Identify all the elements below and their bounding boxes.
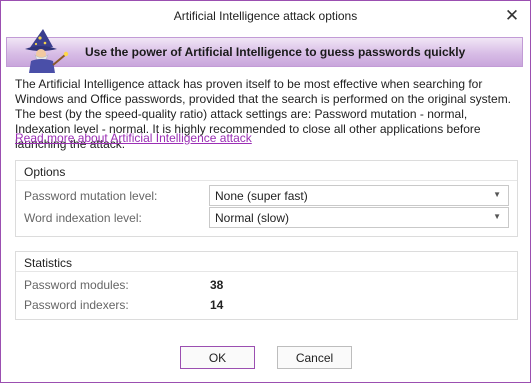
title-bar: Artificial Intelligence attack options: [1, 1, 530, 31]
password-mutation-value: None (super fast): [215, 189, 308, 203]
password-indexers-value: 14: [210, 298, 224, 312]
chevron-down-icon: ▼: [493, 190, 501, 199]
dialog-window: Artificial Intelligence attack options ✕…: [0, 0, 531, 383]
close-button[interactable]: ✕: [494, 1, 530, 31]
password-mutation-select[interactable]: None (super fast) ▼: [209, 185, 509, 206]
statistics-group: Statistics Password modules: 38 Password…: [15, 251, 518, 320]
statistics-title: Statistics: [24, 256, 73, 270]
window-title: Artificial Intelligence attack options: [173, 9, 358, 23]
password-modules-label: Password modules:: [24, 278, 129, 292]
banner-text: Use the power of Artificial Intelligence…: [85, 45, 466, 59]
read-more-link[interactable]: Read more about Artificial Intelligence …: [15, 131, 252, 145]
header-banner: Use the power of Artificial Intelligence…: [6, 37, 523, 67]
cancel-button[interactable]: Cancel: [277, 346, 352, 369]
word-indexation-select[interactable]: Normal (slow) ▼: [209, 207, 509, 228]
ok-button[interactable]: OK: [180, 346, 255, 369]
word-indexation-label: Word indexation level:: [24, 211, 142, 225]
chevron-down-icon: ▼: [493, 212, 501, 221]
password-mutation-label: Password mutation level:: [24, 189, 158, 203]
options-group: Options Password mutation level: None (s…: [15, 160, 518, 237]
statistics-divider: [16, 271, 517, 272]
options-title: Options: [24, 165, 66, 179]
password-indexers-label: Password indexers:: [24, 298, 129, 312]
options-divider: [16, 180, 517, 181]
wizard-icon: [25, 29, 69, 73]
word-indexation-value: Normal (slow): [215, 211, 290, 225]
password-modules-value: 38: [210, 278, 224, 292]
